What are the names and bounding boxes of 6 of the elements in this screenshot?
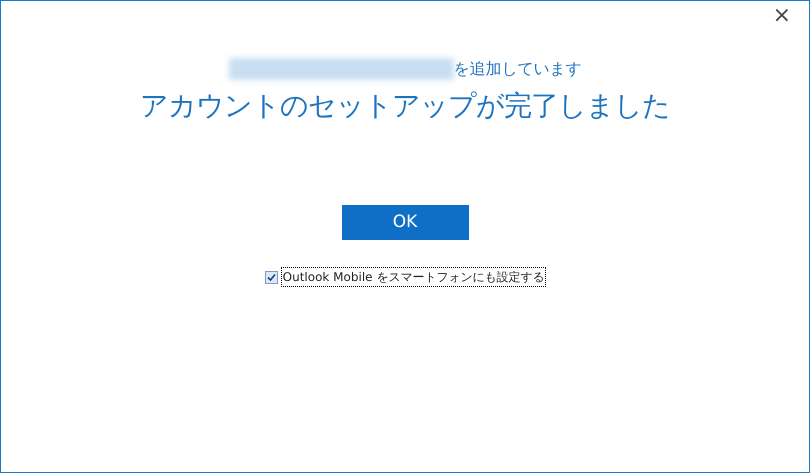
close-button[interactable]: × xyxy=(768,3,795,29)
checkbox-label[interactable]: Outlook Mobile をスマートフォンにも設定する xyxy=(282,268,546,286)
status-text: を追加しています xyxy=(454,58,582,80)
checkbox[interactable] xyxy=(264,270,278,284)
ok-button[interactable]: OK xyxy=(342,205,468,240)
heading: アカウントのセットアップが完了しました xyxy=(140,88,670,124)
